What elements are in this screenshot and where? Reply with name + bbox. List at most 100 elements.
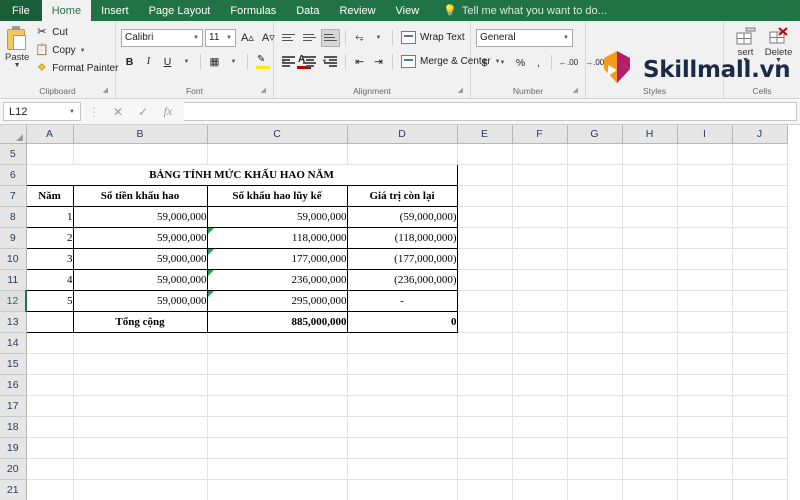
cell-g6[interactable] — [567, 164, 623, 186]
cell-b18[interactable] — [73, 416, 208, 438]
cell-e6[interactable] — [457, 164, 513, 186]
increase-decimal-icon[interactable]: ←.00 — [556, 54, 581, 72]
cell-h15[interactable] — [622, 353, 678, 375]
name-box[interactable]: L12 ▼ — [3, 102, 81, 121]
cell-e21[interactable] — [457, 479, 513, 500]
cell-f6[interactable] — [512, 164, 568, 186]
cell-b5[interactable] — [73, 143, 208, 165]
select-all-corner[interactable] — [0, 125, 27, 144]
cell-i14[interactable] — [677, 332, 733, 354]
cell-d19[interactable] — [347, 437, 458, 459]
row-header-8[interactable]: 8 — [0, 206, 27, 228]
cell-h21[interactable] — [622, 479, 678, 500]
cell-f10[interactable] — [512, 248, 568, 270]
cell-f18[interactable] — [512, 416, 568, 438]
cell-e19[interactable] — [457, 437, 513, 459]
cell-c16[interactable] — [207, 374, 348, 396]
cell-f9[interactable] — [512, 227, 568, 249]
cell-h10[interactable] — [622, 248, 678, 270]
cell-d8-con-lai[interactable]: (59,000,000) — [346, 205, 458, 228]
cell-a14[interactable] — [26, 332, 74, 354]
cell-c20[interactable] — [207, 458, 348, 480]
cell-b21[interactable] — [73, 479, 208, 500]
cell-g15[interactable] — [567, 353, 623, 375]
cell-e12[interactable] — [457, 290, 513, 312]
cell-f13[interactable] — [512, 311, 568, 333]
cell-h11[interactable] — [622, 269, 678, 291]
cell-j5[interactable] — [732, 143, 788, 165]
cell-j17[interactable] — [732, 395, 788, 417]
cell-c12-luy-ke[interactable]: 295,000,000 — [206, 289, 348, 312]
cell-g12[interactable] — [567, 290, 623, 312]
align-center-icon[interactable] — [300, 53, 319, 71]
cell-d10-con-lai[interactable]: (177,000,000) — [346, 247, 458, 270]
cell-i19[interactable] — [677, 437, 733, 459]
number-dialog-launcher-icon[interactable]: ◢ — [573, 84, 578, 97]
row-header-7[interactable]: 7 — [0, 185, 27, 207]
cancel-icon[interactable]: ✕ — [107, 105, 129, 119]
bold-button[interactable]: B — [121, 53, 138, 71]
cell-c19[interactable] — [207, 437, 348, 459]
cell-h20[interactable] — [622, 458, 678, 480]
cell-i20[interactable] — [677, 458, 733, 480]
number-format-select[interactable]: General ▼ — [476, 28, 573, 47]
tab-view[interactable]: View — [386, 0, 430, 21]
cell-h9[interactable] — [622, 227, 678, 249]
row-header-11[interactable]: 11 — [0, 269, 27, 291]
table-header-so-khau-hao-luy-ke[interactable]: Số khấu hao lũy kế — [206, 184, 348, 207]
cell-b11-khau-hao[interactable]: 59,000,000 — [72, 268, 208, 291]
cell-d17[interactable] — [347, 395, 458, 417]
formula-input[interactable] — [184, 102, 797, 121]
row-header-6[interactable]: 6 — [0, 164, 27, 186]
clipboard-dialog-launcher-icon[interactable]: ◢ — [103, 84, 108, 97]
font-size-select[interactable]: 11 ▼ — [205, 28, 236, 47]
currency-icon[interactable]: $ — [476, 54, 493, 72]
cell-f21[interactable] — [512, 479, 568, 500]
row-header-17[interactable]: 17 — [0, 395, 27, 417]
paste-button[interactable]: Paste ▼ — [5, 24, 29, 69]
cell-c21[interactable] — [207, 479, 348, 500]
cell-e14[interactable] — [457, 332, 513, 354]
cell-f7[interactable] — [512, 185, 568, 207]
table-header-gia-tri-con-lai[interactable]: Giá trị còn lại — [346, 184, 458, 207]
tab-home[interactable]: Home — [41, 0, 92, 21]
currency-dropdown-icon[interactable]: ▼ — [494, 54, 511, 72]
cell-d14[interactable] — [347, 332, 458, 354]
cell-b20[interactable] — [73, 458, 208, 480]
row-header-20[interactable]: 20 — [0, 458, 27, 480]
cell-e9[interactable] — [457, 227, 513, 249]
cell-g21[interactable] — [567, 479, 623, 500]
cell-j18[interactable] — [732, 416, 788, 438]
cell-d21[interactable] — [347, 479, 458, 500]
cell-a17[interactable] — [26, 395, 74, 417]
cell-g10[interactable] — [567, 248, 623, 270]
column-header-f[interactable]: F — [512, 125, 568, 144]
cell-h8[interactable] — [622, 206, 678, 228]
cell-b13-total-label[interactable]: Tổng cộng — [72, 310, 208, 333]
align-right-icon[interactable] — [321, 53, 340, 71]
cell-h14[interactable] — [622, 332, 678, 354]
row-header-14[interactable]: 14 — [0, 332, 27, 354]
cell-d5[interactable] — [347, 143, 458, 165]
font-dialog-launcher-icon[interactable]: ◢ — [261, 84, 266, 97]
cell-e13[interactable] — [457, 311, 513, 333]
cell-a20[interactable] — [26, 458, 74, 480]
table-title-cell[interactable]: BẢNG TÍNH MỨC KHẤU HAO NĂM — [25, 163, 458, 186]
wrap-text-button[interactable]: Wrap Text — [398, 27, 468, 48]
cell-g18[interactable] — [567, 416, 623, 438]
align-bottom-icon[interactable] — [321, 28, 340, 47]
cell-b9-khau-hao[interactable]: 59,000,000 — [72, 226, 208, 249]
cell-a10-nam[interactable]: 3 — [25, 247, 74, 270]
cell-a16[interactable] — [26, 374, 74, 396]
cell-b8-khau-hao[interactable]: 59,000,000 — [72, 205, 208, 228]
column-header-c[interactable]: C — [207, 125, 348, 144]
row-header-16[interactable]: 16 — [0, 374, 27, 396]
cell-i8[interactable] — [677, 206, 733, 228]
cell-f17[interactable] — [512, 395, 568, 417]
column-header-g[interactable]: G — [567, 125, 623, 144]
cell-j14[interactable] — [732, 332, 788, 354]
cell-b12-khau-hao[interactable]: 59,000,000 — [72, 289, 208, 312]
cell-f19[interactable] — [512, 437, 568, 459]
cell-e5[interactable] — [457, 143, 513, 165]
cell-i9[interactable] — [677, 227, 733, 249]
